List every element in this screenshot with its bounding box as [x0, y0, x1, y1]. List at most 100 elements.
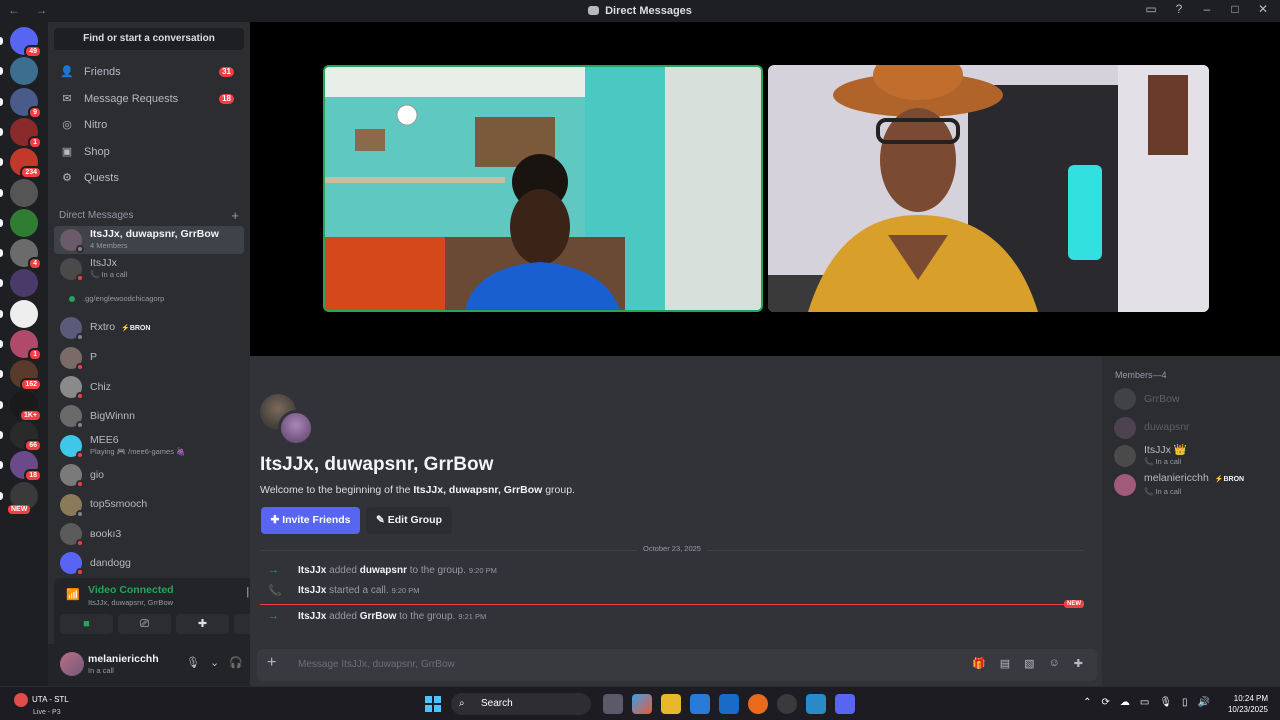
unread-pill — [0, 97, 3, 106]
message-author[interactable]: ItsJJx — [298, 585, 326, 596]
sync-icon[interactable]: ⟳ — [1101, 697, 1109, 708]
message-target[interactable]: GrrBow — [360, 611, 397, 622]
dm-item[interactable]: ItsJJx 📞 In a call — [54, 255, 244, 283]
file-explorer-icon[interactable] — [661, 694, 681, 714]
store-icon[interactable] — [690, 694, 710, 714]
message-author[interactable]: ItsJJx — [298, 565, 326, 576]
start-button[interactable] — [425, 696, 441, 712]
cloud-icon[interactable]: ☁ — [1120, 697, 1130, 708]
headset-icon[interactable]: 🎧 — [229, 656, 243, 669]
chrome-icon[interactable] — [777, 694, 797, 714]
create-dm-icon[interactable]: + — [231, 208, 239, 223]
dm-item[interactable]: BigWinnn — [54, 402, 244, 430]
member-item[interactable]: duwapsnr — [1114, 415, 1190, 441]
dm-item[interactable]: .gg/englewoodchicagorp — [54, 285, 244, 313]
maximize-button[interactable]: □ — [1228, 2, 1242, 16]
server-icon[interactable]: 66 — [10, 420, 42, 452]
mic-icon[interactable]: 🎙 — [1159, 697, 1172, 708]
gift-icon[interactable]: 🎁 — [972, 657, 986, 670]
emoji-icon[interactable]: ☺ — [1049, 657, 1060, 670]
member-text: ItsJJx 👑 📞 In a call — [1144, 445, 1187, 467]
server-icon[interactable]: 9 — [10, 87, 42, 119]
folder-icon[interactable]: ▭ — [1140, 697, 1149, 708]
edit-group-button[interactable]: ✎ Edit Group — [366, 507, 452, 534]
outlook-icon[interactable] — [719, 694, 739, 714]
discord-icon[interactable] — [835, 694, 855, 714]
nav-shop[interactable]: ▣ Shop — [54, 139, 244, 165]
mic-icon[interactable]: 🎙 — [186, 656, 200, 669]
apps-icon[interactable]: ✚ — [1074, 657, 1083, 670]
screenshare-button[interactable]: ⎚ — [118, 614, 171, 634]
firefox-icon[interactable] — [748, 694, 768, 714]
server-icon[interactable]: 18 — [10, 451, 42, 483]
clock[interactable]: 10:24 PM 10/23/2025 — [1228, 693, 1268, 715]
server-icon[interactable] — [10, 269, 38, 298]
dm-item[interactable]: MEE6 Playing 🎮 /mee6-games 🍇 — [54, 432, 244, 460]
photos-icon[interactable] — [806, 694, 826, 714]
message-text: to the group. — [406, 565, 466, 576]
member-item[interactable]: ItsJJx 👑 📞 In a call — [1114, 443, 1187, 469]
gif-icon[interactable]: ▤ — [1000, 657, 1010, 670]
taskbar-search[interactable]: ⌕ Search — [451, 693, 591, 715]
avatar[interactable] — [60, 652, 84, 676]
member-name: ItsJJx 👑 — [1144, 444, 1187, 457]
group-welcome: Welcome to the beginning of the ItsJJx, … — [260, 484, 575, 496]
chevron-down-icon[interactable]: ⌄ — [210, 656, 219, 669]
dm-item[interactable]: dandogg — [54, 549, 244, 577]
dm-item[interactable]: вookı3 — [54, 520, 244, 548]
task-view-icon[interactable] — [603, 694, 623, 714]
dm-text: top5smooch — [90, 499, 147, 510]
dm-item[interactable]: gio — [54, 461, 244, 489]
server-badge: 66 — [24, 438, 42, 452]
server-icon[interactable] — [10, 299, 38, 328]
nav-nitro[interactable]: ◎ Nitro — [54, 112, 244, 138]
server-icon[interactable]: NEW — [8, 481, 38, 514]
video-tile-itsjjx[interactable] — [323, 65, 763, 312]
member-item[interactable]: GrrBow — [1114, 386, 1180, 412]
timestamp: 9:20 PM — [391, 586, 420, 595]
attach-plus-icon[interactable]: + — [267, 654, 276, 672]
message-target[interactable]: duwapsnr — [360, 565, 407, 576]
server-icon[interactable]: 1 — [10, 117, 42, 149]
server-icon[interactable]: 234 — [10, 148, 42, 180]
activities-button[interactable]: ✚ — [176, 614, 229, 634]
help-icon[interactable]: ? — [1172, 2, 1186, 16]
invite-friends-button[interactable]: ✚ Invite Friends — [261, 507, 360, 534]
find-conversation-button[interactable]: Find or start a conversation — [54, 28, 244, 50]
close-button[interactable]: ✕ — [1256, 2, 1270, 16]
server-icon[interactable]: 162 — [10, 360, 42, 392]
weather-widget[interactable]: UTA - STL Live - P3 — [14, 693, 69, 718]
nav-message-requests[interactable]: ✉ Message Requests 18 — [54, 86, 244, 112]
server-icon[interactable]: 1K+ — [10, 390, 42, 422]
server-icon[interactable] — [10, 178, 38, 207]
message-author[interactable]: ItsJJx — [298, 611, 326, 622]
dm-item[interactable]: Chiz — [54, 373, 244, 401]
dm-item[interactable]: Rxtro ⚡BRON — [54, 314, 244, 342]
inbox-icon[interactable]: ▭ — [1144, 2, 1158, 16]
dm-subtext: 4 Members — [90, 241, 128, 250]
dm-item[interactable]: top5smooch — [54, 491, 244, 519]
chevron-up-icon[interactable]: ⌃ — [1083, 697, 1091, 708]
status-dot — [76, 274, 84, 283]
nav-quests[interactable]: ⚙ Quests — [54, 165, 244, 191]
message-input[interactable]: Message ItsJJx, duwapsnr, GrrBow — [298, 659, 455, 670]
dm-item[interactable]: P — [54, 344, 244, 372]
server-icon[interactable]: 49 — [10, 27, 42, 58]
voice-status[interactable]: Video Connected — [88, 584, 174, 596]
server-icon[interactable]: 1 — [10, 330, 42, 361]
nav-friends[interactable]: 👤 Friends 31 — [54, 59, 244, 85]
message-composer[interactable]: + Message ItsJJx, duwapsnr, GrrBow 🎁 ▤ ▧… — [257, 649, 1097, 681]
volume-icon[interactable]: 🔊 — [1198, 697, 1210, 708]
network-icon[interactable]: ▯ — [1182, 697, 1188, 708]
camera-button[interactable]: ■ — [60, 614, 113, 634]
dm-item[interactable]: ItsJJx, duwapsnr, GrrBow 4 Members — [54, 226, 244, 254]
sticker-icon[interactable]: ▧ — [1024, 657, 1034, 670]
copilot-icon[interactable] — [632, 694, 652, 714]
member-item[interactable]: melaniericchh ⚡BRON 📞 In a call — [1114, 472, 1247, 498]
video-tile-member[interactable] — [768, 65, 1209, 312]
server-icon[interactable] — [10, 57, 38, 86]
server-icon[interactable] — [10, 208, 38, 237]
avatar — [1114, 388, 1136, 410]
server-icon[interactable]: 4 — [10, 239, 42, 271]
minimize-button[interactable]: – — [1200, 2, 1214, 16]
